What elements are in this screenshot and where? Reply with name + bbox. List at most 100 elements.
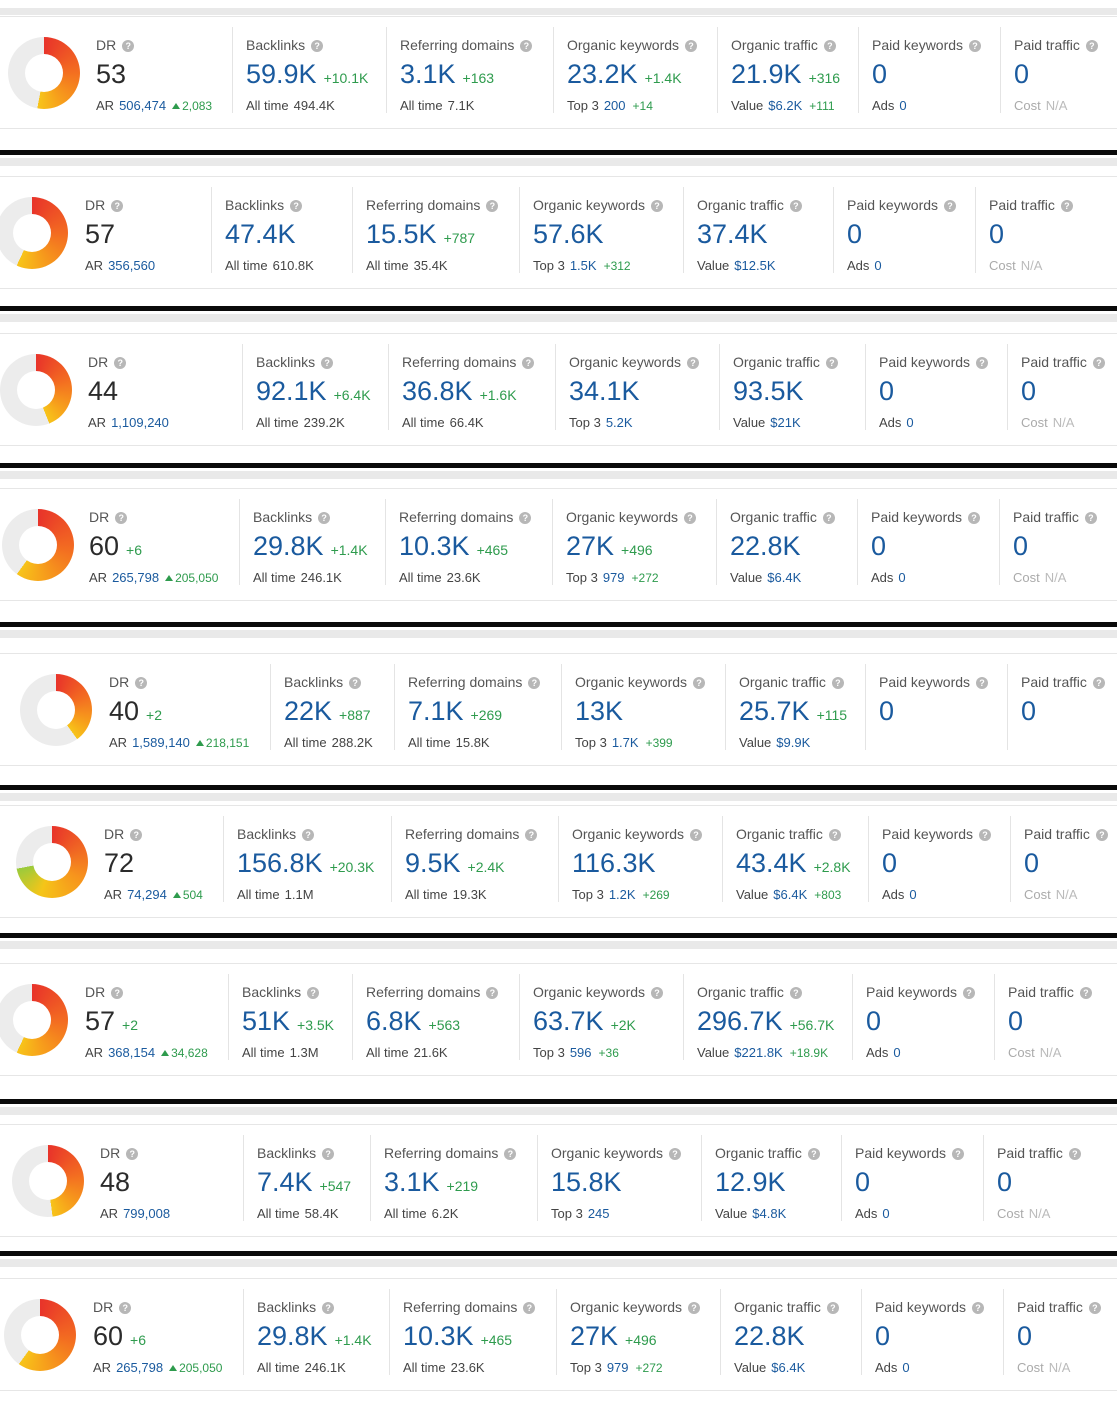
help-icon[interactable]: ? [1092,357,1105,369]
help-icon[interactable]: ? [826,1302,839,1314]
help-icon[interactable]: ? [976,357,989,369]
help-icon[interactable]: ? [968,512,981,524]
help-icon[interactable]: ? [969,40,982,52]
help-icon[interactable]: ? [822,512,835,524]
help-icon[interactable]: ? [486,200,499,212]
organic-traffic-value[interactable]: 12.9K [715,1167,786,1198]
help-icon[interactable]: ? [486,987,499,999]
help-icon[interactable]: ? [322,1148,335,1160]
paid-keywords-value[interactable]: 0 [855,1167,870,1198]
help-icon[interactable]: ? [1088,1302,1101,1314]
help-icon[interactable]: ? [504,1148,517,1160]
referring-domains-value[interactable]: 15.5K +787 [366,219,475,250]
paid-keywords-value[interactable]: 0 [882,848,897,879]
organic-keywords-value[interactable]: 63.7K +2K [533,1006,636,1037]
paid-keywords-value[interactable]: 0 [866,1006,881,1037]
help-icon[interactable]: ? [311,40,324,52]
paid-traffic-value[interactable]: 0 [1021,696,1036,727]
help-icon[interactable]: ? [828,829,841,841]
organic-traffic-value[interactable]: 93.5K [733,376,804,407]
help-icon[interactable]: ? [1068,1148,1081,1160]
help-icon[interactable]: ? [685,40,698,52]
help-icon[interactable]: ? [520,40,533,52]
help-icon[interactable]: ? [651,200,664,212]
help-icon[interactable]: ? [1060,200,1073,212]
paid-traffic-value[interactable]: 0 [1008,1006,1023,1037]
paid-traffic-value[interactable]: 0 [989,219,1004,250]
organic-keywords-value[interactable]: 57.6K [533,219,604,250]
help-icon[interactable]: ? [130,829,143,841]
organic-traffic-value[interactable]: 37.4K [697,219,768,250]
paid-keywords-value[interactable]: 0 [875,1321,890,1352]
help-icon[interactable]: ? [119,1302,132,1314]
paid-traffic-value[interactable]: 0 [1017,1321,1032,1352]
organic-keywords-value[interactable]: 27K +496 [566,531,653,562]
organic-traffic-value[interactable]: 22.8K [734,1321,805,1352]
organic-traffic-value[interactable]: 43.4K +2.8K [736,848,851,879]
help-icon[interactable]: ? [1095,829,1108,841]
paid-traffic-value[interactable]: 0 [997,1167,1012,1198]
backlinks-value[interactable]: 22K +887 [284,696,371,727]
referring-domains-value[interactable]: 9.5K +2.4K [405,848,505,879]
organic-keywords-value[interactable]: 15.8K [551,1167,622,1198]
help-icon[interactable]: ? [825,357,838,369]
help-icon[interactable]: ? [963,987,976,999]
help-icon[interactable]: ? [522,357,535,369]
help-icon[interactable]: ? [693,677,706,689]
organic-keywords-value[interactable]: 34.1K [569,376,640,407]
organic-traffic-value[interactable]: 22.8K [730,531,801,562]
help-icon[interactable]: ? [135,677,148,689]
backlinks-value[interactable]: 92.1K +6.4K [256,376,371,407]
help-icon[interactable]: ? [1079,987,1092,999]
backlinks-value[interactable]: 156.8K +20.3K [237,848,374,879]
help-icon[interactable]: ? [519,512,532,524]
help-icon[interactable]: ? [976,677,989,689]
referring-domains-value[interactable]: 3.1K +219 [384,1167,478,1198]
backlinks-value[interactable]: 51K +3.5K [242,1006,334,1037]
help-icon[interactable]: ? [1084,512,1097,524]
help-icon[interactable]: ? [979,829,992,841]
paid-keywords-value[interactable]: 0 [872,59,887,90]
help-icon[interactable]: ? [349,677,362,689]
help-icon[interactable]: ? [525,829,538,841]
help-icon[interactable]: ? [111,987,124,999]
paid-keywords-value[interactable]: 0 [879,696,894,727]
paid-keywords-value[interactable]: 0 [879,376,894,407]
referring-domains-value[interactable]: 10.3K +465 [399,531,508,562]
paid-traffic-value[interactable]: 0 [1021,376,1036,407]
help-icon[interactable]: ? [321,357,334,369]
help-icon[interactable]: ? [115,512,128,524]
paid-keywords-value[interactable]: 0 [871,531,886,562]
help-icon[interactable]: ? [651,987,664,999]
organic-keywords-value[interactable]: 27K +496 [570,1321,657,1352]
referring-domains-value[interactable]: 3.1K +163 [400,59,494,90]
help-icon[interactable]: ? [669,1148,682,1160]
help-icon[interactable]: ? [1085,40,1098,52]
referring-domains-value[interactable]: 6.8K +563 [366,1006,460,1037]
help-icon[interactable]: ? [111,200,124,212]
help-icon[interactable]: ? [944,200,957,212]
backlinks-value[interactable]: 29.8K +1.4K [253,531,368,562]
help-icon[interactable]: ? [690,829,703,841]
help-icon[interactable]: ? [318,512,331,524]
organic-traffic-value[interactable]: 21.9K +316 [731,59,840,90]
help-icon[interactable]: ? [972,1302,985,1314]
help-icon[interactable]: ? [290,200,303,212]
help-icon[interactable]: ? [126,1148,139,1160]
organic-keywords-value[interactable]: 23.2K +1.4K [567,59,682,90]
help-icon[interactable]: ? [523,1302,536,1314]
help-icon[interactable]: ? [688,1302,701,1314]
help-icon[interactable]: ? [789,200,802,212]
help-icon[interactable]: ? [807,1148,820,1160]
help-icon[interactable]: ? [307,987,320,999]
organic-keywords-value[interactable]: 116.3K [572,848,656,879]
backlinks-value[interactable]: 47.4K [225,219,296,250]
help-icon[interactable]: ? [302,829,315,841]
referring-domains-value[interactable]: 36.8K +1.6K [402,376,517,407]
backlinks-value[interactable]: 29.8K +1.4K [257,1321,372,1352]
help-icon[interactable]: ? [684,512,697,524]
help-icon[interactable]: ? [687,357,700,369]
help-icon[interactable]: ? [528,677,541,689]
help-icon[interactable]: ? [1092,677,1105,689]
organic-traffic-value[interactable]: 296.7K +56.7K [697,1006,834,1037]
